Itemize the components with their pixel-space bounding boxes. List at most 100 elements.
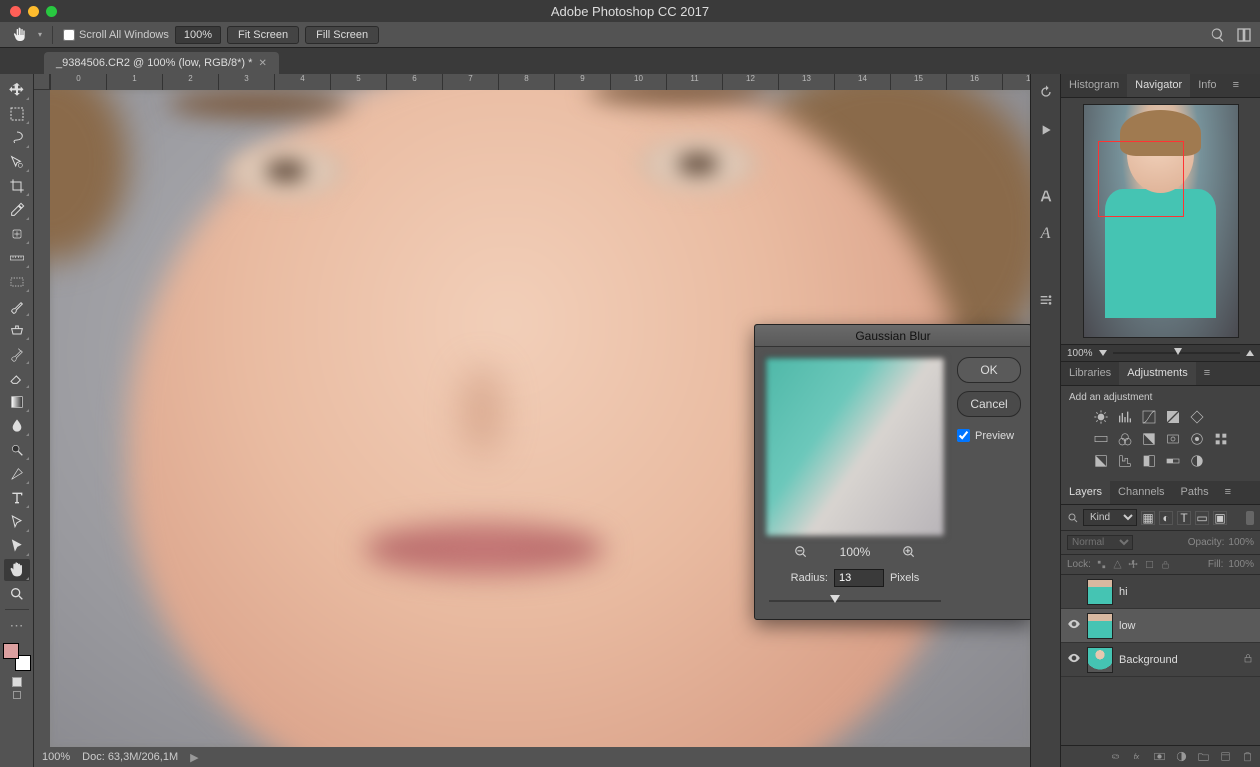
healing-brush-tool[interactable] <box>4 223 30 245</box>
quick-select-tool[interactable] <box>4 151 30 173</box>
lock-transparency-icon[interactable] <box>1096 559 1107 570</box>
screen-mode-toggle[interactable] <box>13 691 21 699</box>
layer-thumbnail[interactable] <box>1087 579 1113 605</box>
layer-mask-icon[interactable] <box>1153 750 1166 763</box>
layer-thumbnail[interactable] <box>1087 613 1113 639</box>
document-tab[interactable]: _9384506.CR2 @ 100% (low, RGB/8*) * ✕ <box>44 52 279 74</box>
layer-row[interactable]: hi <box>1061 575 1260 609</box>
delete-layer-icon[interactable] <box>1241 750 1254 763</box>
zoom-out-stepper-icon[interactable] <box>1099 350 1107 356</box>
lasso-tool[interactable] <box>4 127 30 149</box>
status-zoom[interactable]: 100% <box>42 751 70 763</box>
threshold-icon[interactable] <box>1141 453 1157 469</box>
type-tool[interactable] <box>4 487 30 509</box>
lock-all-icon[interactable] <box>1160 559 1171 570</box>
filter-toggle[interactable] <box>1246 511 1254 525</box>
vibrance-icon[interactable] <box>1189 409 1205 425</box>
workspace-icon[interactable] <box>1236 27 1252 43</box>
vertical-ruler[interactable] <box>34 90 50 747</box>
hand-tool[interactable] <box>4 559 30 581</box>
filter-type-icon[interactable]: T <box>1177 511 1191 525</box>
eyedropper-tool[interactable] <box>4 199 30 221</box>
navigator-view-box[interactable] <box>1098 141 1184 217</box>
black-white-icon[interactable] <box>1141 431 1157 447</box>
actions-panel-icon[interactable] <box>1036 120 1056 140</box>
layer-style-icon[interactable]: fx <box>1131 750 1144 763</box>
status-menu-icon[interactable]: ▶ <box>190 751 198 764</box>
panel-menu-icon[interactable]: ≡ <box>1217 481 1239 504</box>
panel-menu-icon[interactable]: ≡ <box>1196 362 1218 385</box>
marquee-tool[interactable] <box>4 103 30 125</box>
layer-thumbnail[interactable] <box>1087 647 1113 673</box>
tab-navigator[interactable]: Navigator <box>1127 74 1190 97</box>
lock-artboard-icon[interactable] <box>1144 559 1155 570</box>
channel-mixer-icon[interactable] <box>1189 431 1205 447</box>
navigator-zoom-value[interactable]: 100% <box>1067 348 1093 359</box>
search-icon[interactable] <box>1210 27 1226 43</box>
opacity-value[interactable]: 100% <box>1228 537 1254 548</box>
status-doc-size[interactable]: Doc: 63,3M/206,1M <box>82 751 178 763</box>
fit-screen-button[interactable]: Fit Screen <box>227 26 299 44</box>
fill-screen-button[interactable]: Fill Screen <box>305 26 379 44</box>
posterize-icon[interactable] <box>1117 453 1133 469</box>
dialog-title[interactable]: Gaussian Blur <box>755 325 1030 347</box>
properties-panel-icon[interactable] <box>1036 290 1056 310</box>
ruler-origin[interactable] <box>34 74 50 90</box>
tab-layers[interactable]: Layers <box>1061 481 1110 504</box>
ruler-tool[interactable] <box>4 247 30 269</box>
new-layer-icon[interactable] <box>1219 750 1232 763</box>
layer-row[interactable]: low <box>1061 609 1260 643</box>
tab-paths[interactable]: Paths <box>1173 481 1217 504</box>
close-tab-icon[interactable]: ✕ <box>258 58 266 69</box>
layer-name[interactable]: hi <box>1119 586 1128 598</box>
panel-menu-icon[interactable]: ≡ <box>1225 74 1247 97</box>
direct-select-tool[interactable] <box>4 535 30 557</box>
gradient-tool[interactable] <box>4 391 30 413</box>
tab-info[interactable]: Info <box>1190 74 1224 97</box>
brightness-contrast-icon[interactable] <box>1093 409 1109 425</box>
filter-pixel-icon[interactable]: ▦ <box>1141 511 1155 525</box>
paragraph-panel-icon[interactable]: A <box>1036 224 1056 244</box>
zoom-in-stepper-icon[interactable] <box>1246 350 1254 356</box>
layer-row[interactable]: Background <box>1061 643 1260 677</box>
horizontal-ruler[interactable]: 012345678910111213141516171819202122 <box>50 74 1030 90</box>
zoom-tool[interactable] <box>4 583 30 605</box>
navigator-thumbnail[interactable] <box>1083 104 1239 338</box>
lock-position-icon[interactable] <box>1128 559 1139 570</box>
gradient-map-icon[interactable] <box>1165 453 1181 469</box>
tab-channels[interactable]: Channels <box>1110 481 1172 504</box>
layer-name[interactable]: low <box>1119 620 1136 632</box>
adjustment-layer-icon[interactable] <box>1175 750 1188 763</box>
path-select-tool[interactable] <box>4 511 30 533</box>
selective-color-icon[interactable] <box>1189 453 1205 469</box>
curves-icon[interactable] <box>1141 409 1157 425</box>
lock-image-icon[interactable] <box>1112 559 1123 570</box>
filter-shape-icon[interactable]: ▭ <box>1195 511 1209 525</box>
hue-sat-icon[interactable] <box>1093 431 1109 447</box>
filter-search-icon[interactable] <box>1067 512 1079 524</box>
photo-filter-icon[interactable] <box>1165 431 1181 447</box>
radius-input[interactable] <box>834 569 884 587</box>
blend-mode-select[interactable]: Normal <box>1067 535 1133 550</box>
history-panel-icon[interactable] <box>1036 82 1056 102</box>
hand-tool-icon[interactable] <box>8 25 32 45</box>
blur-tool[interactable] <box>4 415 30 437</box>
crop-tool[interactable] <box>4 175 30 197</box>
dialog-preview[interactable] <box>765 357 945 537</box>
navigator-zoom-slider[interactable] <box>1113 352 1240 354</box>
color-lookup-icon[interactable] <box>1213 431 1229 447</box>
layer-name[interactable]: Background <box>1119 654 1178 666</box>
scroll-all-windows-checkbox[interactable]: Scroll All Windows <box>63 29 169 41</box>
filter-adjustment-icon[interactable]: ◐ <box>1159 511 1173 525</box>
edit-toolbar-icon[interactable]: ⋯ <box>4 614 30 636</box>
tab-adjustments[interactable]: Adjustments <box>1119 362 1196 385</box>
color-balance-icon[interactable] <box>1117 431 1133 447</box>
radius-slider[interactable] <box>765 593 945 609</box>
move-tool[interactable] <box>4 79 30 101</box>
character-panel-icon[interactable] <box>1036 186 1056 206</box>
layer-visibility-icon[interactable] <box>1067 651 1081 668</box>
preview-checkbox[interactable]: Preview <box>957 429 1021 442</box>
levels-icon[interactable] <box>1117 409 1133 425</box>
layer-group-icon[interactable] <box>1197 750 1210 763</box>
tool-preset-chevron-icon[interactable]: ▾ <box>38 30 42 39</box>
